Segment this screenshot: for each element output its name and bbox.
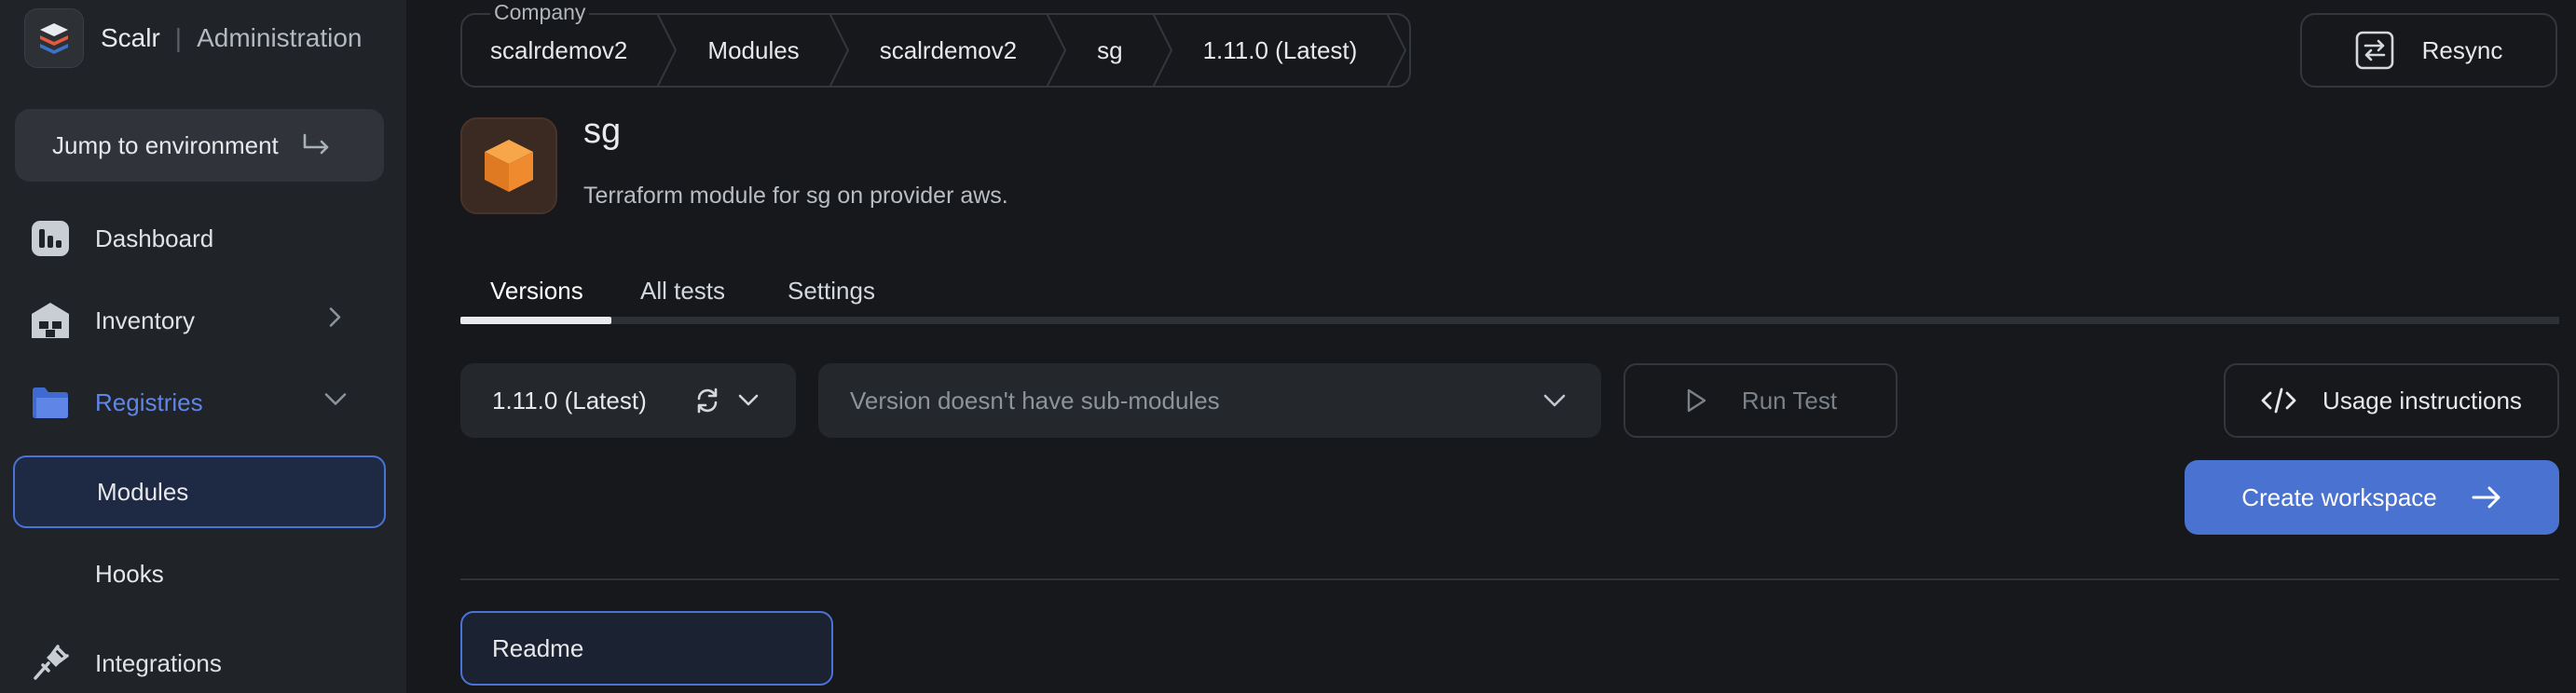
usage-instructions-label: Usage instructions	[2323, 386, 2522, 414]
create-workspace-button[interactable]: Create workspace	[2185, 460, 2559, 535]
breadcrumb-chevron-icon	[1151, 13, 1172, 88]
enter-arrow-icon	[303, 133, 329, 155]
warehouse-icon	[30, 300, 71, 341]
section-divider	[460, 578, 2559, 580]
chevron-down-icon	[322, 387, 349, 418]
tab-settings[interactable]: Settings	[788, 263, 875, 319]
sidebar-item-label: Integrations	[95, 648, 222, 677]
sidebar-subitem-modules[interactable]: Modules	[13, 455, 386, 528]
chevron-right-icon	[322, 306, 347, 336]
breadcrumb-segment[interactable]: Modules	[679, 15, 827, 86]
breadcrumb-chevron-icon	[656, 13, 678, 88]
readme-label: Readme	[492, 633, 584, 662]
sidebar: Scalr | Administration Jump to environme…	[0, 0, 406, 693]
submodule-select[interactable]: Version doesn't have sub-modules	[818, 363, 1601, 438]
jump-to-environment-button[interactable]: Jump to environment	[15, 109, 384, 182]
breadcrumb-segment[interactable]: scalrdemov2	[852, 15, 1045, 86]
sidebar-item-dashboard[interactable]: Dashboard	[0, 206, 406, 271]
sidebar-subitem-label: Modules	[97, 477, 189, 506]
breadcrumb-chevron-icon	[828, 13, 849, 88]
folder-icon	[30, 382, 71, 423]
breadcrumb: Company scalrdemov2 Modules scalrdemov2 …	[460, 0, 1412, 88]
resync-icon	[2355, 31, 2393, 70]
breadcrumb-end-icon	[1386, 13, 1407, 88]
breadcrumb-chevron-icon	[1046, 13, 1067, 88]
sidebar-item-registries[interactable]: Registries	[0, 370, 406, 435]
chevron-down-icon	[1543, 394, 1566, 407]
sidebar-subitem-hooks[interactable]: Hooks	[13, 537, 386, 610]
sidebar-subitem-label: Hooks	[95, 559, 164, 588]
chevron-down-icon	[738, 394, 759, 406]
jump-label: Jump to environment	[52, 130, 279, 159]
resync-label: Resync	[2421, 35, 2503, 64]
run-test-button[interactable]: Run Test	[1624, 363, 1898, 438]
code-icon	[2261, 387, 2296, 414]
sidebar-item-inventory[interactable]: Inventory	[0, 288, 406, 353]
module-description: Terraform module for sg on provider aws.	[583, 183, 1008, 209]
sidebar-item-label: Inventory	[95, 306, 195, 334]
brand: Scalr | Administration	[24, 7, 362, 69]
breadcrumb-segment[interactable]: sg	[1069, 15, 1150, 86]
brand-separator: |	[174, 23, 183, 52]
version-select[interactable]: 1.11.0 (Latest)	[460, 363, 796, 438]
resync-button[interactable]: Resync	[2300, 13, 2557, 88]
brand-section: Administration	[197, 23, 363, 52]
readme-tab[interactable]: Readme	[460, 611, 833, 686]
play-icon	[1687, 388, 1706, 413]
sidebar-item-integrations[interactable]: Integrations	[0, 631, 406, 693]
active-tab-indicator	[460, 317, 611, 324]
breadcrumb-segment[interactable]: 1.11.0 (Latest)	[1175, 15, 1386, 86]
module-title: sg	[583, 112, 622, 151]
usage-instructions-button[interactable]: Usage instructions	[2224, 363, 2559, 438]
app-root: Scalr | Administration Jump to environme…	[0, 0, 2576, 693]
run-test-label: Run Test	[1741, 386, 1838, 414]
sidebar-item-label: Dashboard	[95, 224, 214, 252]
submodule-select-placeholder: Version doesn't have sub-modules	[850, 386, 1220, 414]
breadcrumb-segment[interactable]: scalrdemov2	[462, 15, 655, 86]
refresh-icon[interactable]	[693, 387, 721, 414]
brand-name: Scalr	[101, 23, 160, 52]
arrow-right-icon	[2472, 486, 2501, 509]
scalr-layers-icon[interactable]	[24, 8, 84, 68]
cube-icon	[460, 117, 557, 214]
create-workspace-label: Create workspace	[2241, 482, 2437, 511]
dashboard-icon	[30, 218, 71, 259]
version-select-value: 1.11.0 (Latest)	[492, 386, 647, 414]
plug-icon	[30, 643, 71, 684]
sidebar-item-label: Registries	[95, 387, 203, 416]
tab-bar: Versions All tests Settings	[460, 263, 2559, 326]
tab-all-tests[interactable]: All tests	[640, 263, 725, 319]
tab-versions[interactable]: Versions	[490, 263, 583, 319]
tab-rail	[460, 317, 2559, 324]
